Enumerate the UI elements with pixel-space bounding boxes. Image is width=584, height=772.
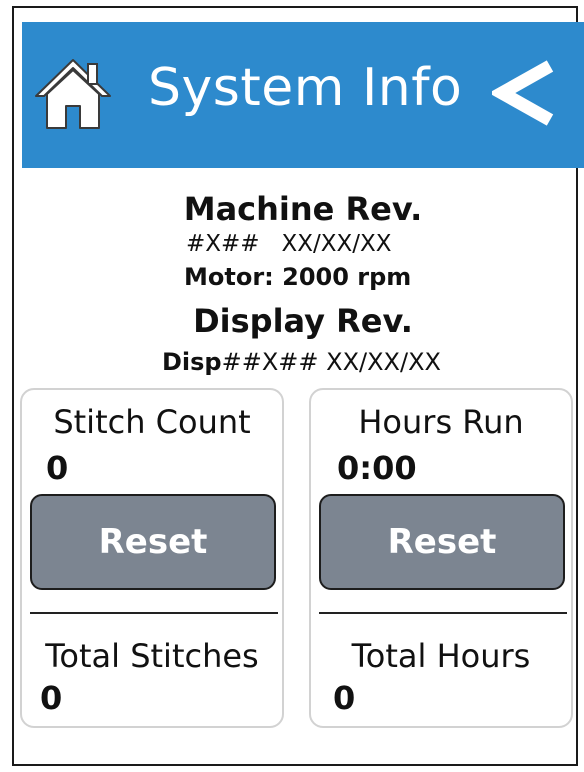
back-button[interactable] — [488, 58, 556, 128]
divider — [30, 612, 278, 614]
total-stitches-value: 0 — [40, 679, 63, 717]
total-hours-label: Total Hours — [351, 637, 531, 675]
machine-rev-value: #X## XX/XX/XX — [186, 231, 392, 257]
hours-run-card: Hours Run 0:00 Reset Total Hours 0 — [309, 388, 573, 728]
back-chevron-icon — [488, 60, 554, 126]
display-rev-title: Display Rev. — [193, 302, 413, 340]
motor-speed: Motor: 2000 rpm — [184, 263, 412, 291]
stitch-count-value: 0 — [46, 449, 69, 487]
page-title: System Info — [148, 58, 463, 118]
stitch-count-label: Stitch Count — [53, 403, 251, 441]
divider — [319, 612, 567, 614]
machine-rev-title: Machine Rev. — [183, 190, 423, 228]
hours-run-value: 0:00 — [337, 449, 417, 487]
hours-run-label: Hours Run — [358, 403, 524, 441]
home-icon — [35, 59, 111, 129]
display-rev-prefix: Disp — [162, 348, 222, 376]
reset-hours-run-button[interactable]: Reset — [319, 494, 565, 590]
display-rev-line: Disp##X## XX/XX/XX — [162, 347, 441, 377]
header-bar: System Info — [22, 22, 584, 168]
display-rev-value: ##X## XX/XX/XX — [221, 348, 441, 376]
total-stitches-label: Total Stitches — [45, 637, 259, 675]
stitch-count-card: Stitch Count 0 Reset Total Stitches 0 — [20, 388, 284, 728]
home-button[interactable] — [32, 52, 114, 134]
total-hours-value: 0 — [333, 679, 356, 717]
reset-stitch-count-button[interactable]: Reset — [30, 494, 276, 590]
